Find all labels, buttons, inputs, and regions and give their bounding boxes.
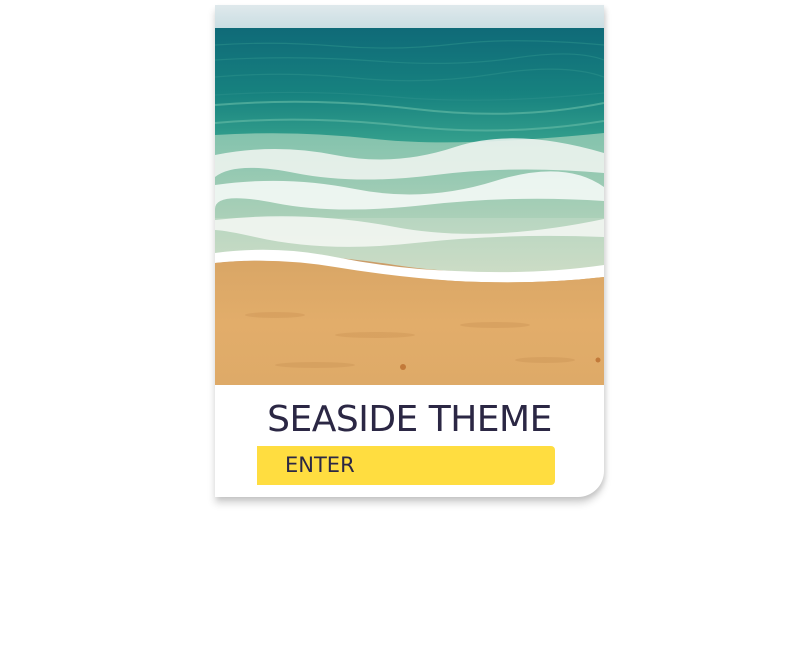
seaside-photo <box>215 5 604 385</box>
enter-button[interactable]: ENTER <box>257 446 555 485</box>
theme-title: SEASIDE THEME <box>267 399 552 440</box>
theme-card[interactable]: SEASIDE THEME ENTER <box>215 5 604 497</box>
